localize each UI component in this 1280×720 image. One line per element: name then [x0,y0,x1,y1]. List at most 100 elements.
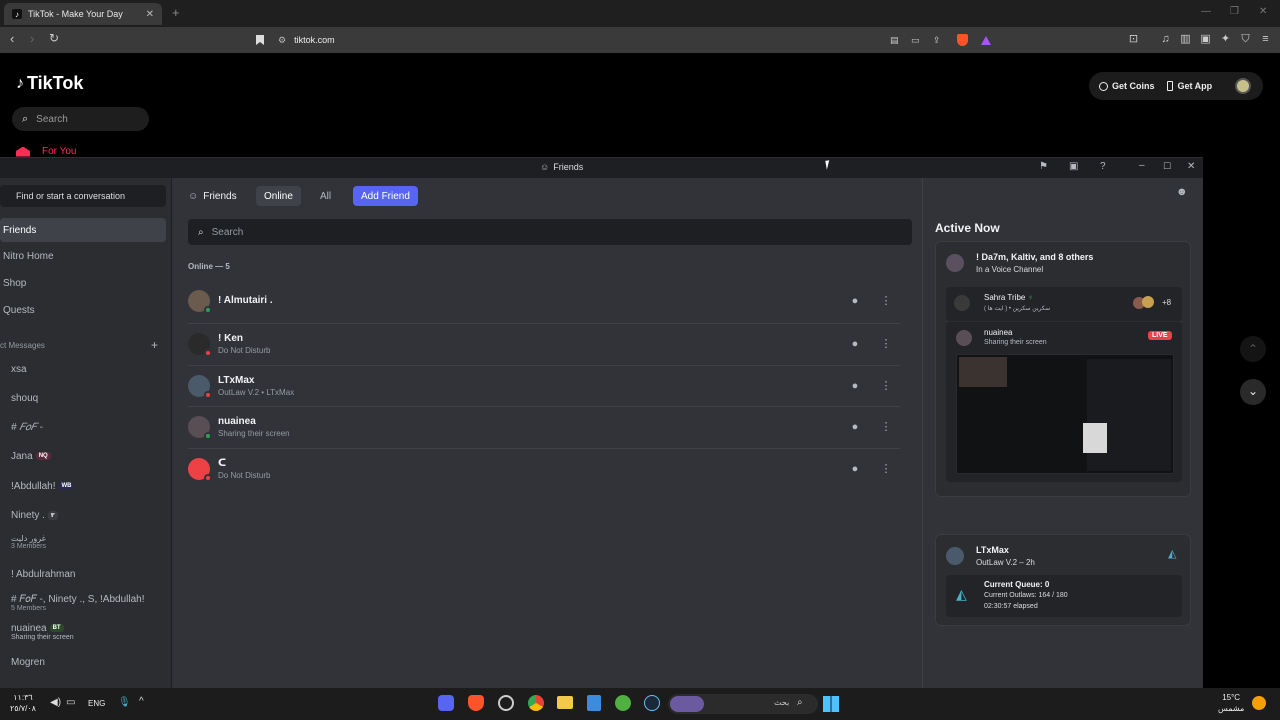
group-dm-item[interactable]: غرور دليت 3 Members [0,534,166,550]
taskbar-clock[interactable]: ١١:٣٦ ٢٥/٧/٠٨ [10,692,36,714]
panel-icon[interactable]: ▥ [1179,33,1192,46]
brave-rewards-icon[interactable] [981,35,991,45]
close-icon[interactable]: ✕ [1187,161,1195,172]
friend-row[interactable]: LTxMax OutLaw V.2 • LTxMax ● ⋮ [188,365,900,405]
site-info-icon[interactable]: ⚙ [278,35,286,46]
game-activity-card[interactable]: LTxMax OutLaw V.2 – 2h ◭ ◭ Current Queue… [935,534,1191,626]
tiktok-logo[interactable]: ♪ TikTok [16,73,83,94]
create-dm-icon[interactable]: + [151,338,158,352]
status-indicator [204,431,212,440]
voice-channel-row[interactable]: Sahra Tribe ♆ سكرين سكرين • ( ايت ها ) +… [946,287,1182,321]
help-icon[interactable]: ? [1100,161,1106,172]
chrome-taskbar-icon[interactable] [528,695,544,711]
browser-tab[interactable]: ♪ TikTok - Make Your Day ✕ [4,3,162,25]
reload-icon[interactable]: ↻ [49,31,59,45]
leo-ai-icon[interactable]: ✦ [1219,33,1232,46]
dm-item[interactable]: shouq [0,393,166,404]
store-taskbar-icon[interactable] [587,695,601,711]
nav-shop[interactable]: Shop [0,271,166,295]
discord-taskbar-icon[interactable] [438,695,454,711]
message-icon[interactable]: ● [848,379,862,393]
nav-friends[interactable]: Friends [0,218,166,242]
dm-item[interactable]: ! Abdulrahman [0,569,166,580]
url-text[interactable]: tiktok.com [294,35,335,45]
nav-quests[interactable]: Quests [0,298,166,322]
message-icon[interactable]: ● [848,420,862,434]
dm-item[interactable]: xsa [0,364,166,375]
friend-row[interactable]: ᑕ Do Not Disturb ● ⋮ [188,448,900,488]
cast-icon[interactable]: ▭ [911,35,920,46]
profile-avatar[interactable] [1235,78,1251,94]
microphone-icon[interactable]: 🎙 [118,697,131,708]
network-icon[interactable]: ▭ [66,697,75,708]
stream-row[interactable]: nuainea Sharing their screen LIVE [946,322,1182,482]
more-options-icon[interactable]: ⋮ [879,462,893,476]
sidebar-icon[interactable]: ⊡ [1127,33,1140,46]
more-options-icon[interactable]: ⋮ [879,379,893,393]
app-taskbar-icon[interactable] [498,695,514,711]
menu-icon[interactable]: ≡ [1259,33,1272,46]
dm-item[interactable]: Mogren [0,657,166,668]
tiktok-search-input[interactable]: ⌕ Search [12,107,149,131]
scroll-up-icon[interactable]: ⌃ [1240,336,1266,362]
message-icon[interactable]: ● [848,294,862,308]
vpn-shield-icon[interactable]: ⛉ [1239,33,1252,46]
get-app-button[interactable]: Get App [1166,81,1212,91]
tray-chevron-icon[interactable]: ^ [139,696,144,707]
friends-search-input[interactable]: ⌕ Search [188,219,912,245]
inbox-icon[interactable]: ▣ [1069,161,1078,172]
minimize-icon[interactable]: – [1139,160,1145,171]
message-icon[interactable]: ● [848,462,862,476]
maximize-icon[interactable]: ❐ [1230,6,1239,17]
url-bar[interactable]: ⚙ tiktok.com ▤ ▭ ⇪ [256,30,1000,50]
flag-icon[interactable]: ⚑ [1039,161,1048,172]
dm-item[interactable]: Ninety .٣ [0,510,166,521]
new-group-dm-icon[interactable]: ☻ [1176,186,1188,198]
dm-item[interactable]: !Abdullah! WB [0,481,166,492]
group-dm-item[interactable]: # 𝐹𝑜𝐹 -, Ninety ., S, !Abdullah! 5 Member… [0,594,166,612]
dm-item[interactable]: nuainea BT Sharing their screen [0,623,166,641]
find-conversation-button[interactable]: Find or start a conversation [0,185,166,207]
share-icon[interactable]: ⇪ [933,35,941,46]
language-indicator[interactable]: ENG [88,699,105,708]
more-options-icon[interactable]: ⋮ [879,420,893,434]
close-window-icon[interactable]: ✕ [1259,6,1267,17]
weather-widget[interactable]: 15°C مشمس [1218,692,1244,714]
brave-taskbar-icon[interactable] [468,695,484,711]
friend-row[interactable]: ! Almutairi . ● ⋮ [188,281,900,321]
windows-start-icon[interactable] [823,696,839,712]
maximize-icon[interactable]: ☐ [1163,161,1171,172]
dm-item[interactable]: Jana NQ [0,451,166,462]
back-icon[interactable]: ‹ [10,31,14,46]
brave-shield-icon[interactable] [957,34,968,46]
xbox-taskbar-icon[interactable] [615,695,631,711]
more-options-icon[interactable]: ⋮ [879,337,893,351]
taskbar-search-box[interactable]: بحث ⌕ [668,694,818,714]
forward-icon[interactable]: › [30,31,34,46]
bookmark-icon[interactable] [256,35,264,45]
more-options-icon[interactable]: ⋮ [879,294,893,308]
media-icon[interactable]: ♫ [1159,33,1172,46]
tiktok-for-you-link[interactable]: For You [16,146,76,157]
friend-row[interactable]: ! Ken Do Not Disturb ● ⋮ [188,323,900,363]
dm-item[interactable]: # 𝐹𝑜𝐹 - [0,422,166,433]
nav-nitro-home[interactable]: Nitro Home [0,244,166,268]
voice-activity-card[interactable]: ! Da7m, Kaltiv, and 8 others In a Voice … [935,241,1191,497]
wallet-icon[interactable]: ▣ [1199,33,1212,46]
new-tab-icon[interactable]: + [172,5,180,20]
volume-icon[interactable]: ◀) [50,697,61,708]
scroll-down-icon[interactable]: ⌄ [1240,379,1266,405]
tab-close-icon[interactable]: ✕ [146,9,154,20]
steam-taskbar-icon[interactable] [644,695,660,711]
get-coins-button[interactable]: Get Coins [1099,81,1155,91]
minimize-icon[interactable]: — [1201,6,1211,17]
stream-preview[interactable] [956,354,1174,474]
message-icon[interactable]: ● [848,337,862,351]
file-explorer-taskbar-icon[interactable] [557,696,573,709]
tab-all[interactable]: All [312,186,339,206]
tab-online[interactable]: Online [256,186,301,206]
active-now-title: Active Now [935,221,1000,235]
reader-mode-icon[interactable]: ▤ [890,35,899,46]
friend-row[interactable]: nuainea Sharing their screen ● ⋮ [188,406,900,446]
add-friend-button[interactable]: Add Friend [353,186,418,206]
